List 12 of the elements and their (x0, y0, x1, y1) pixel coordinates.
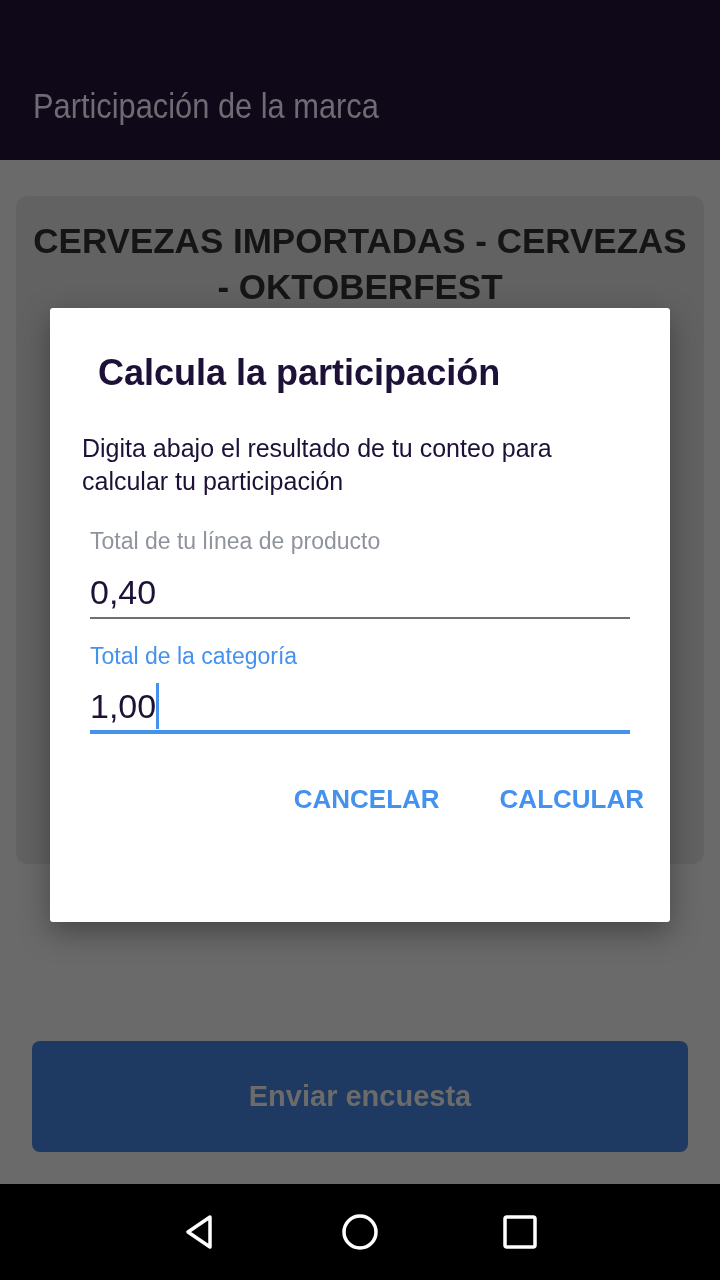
input-field[interactable]: 1,00 (90, 682, 630, 734)
dialog-title: Calcula la participación (98, 351, 502, 395)
screen-title: Participación de la marca (33, 86, 379, 126)
recents-icon[interactable] (500, 1212, 540, 1252)
field-label: Total de tu línea de producto (90, 528, 382, 555)
field-label: Total de la categoría (90, 643, 299, 670)
cancel-button[interactable]: CANCELAR (275, 776, 458, 823)
calculate-button[interactable]: CALCULAR (481, 776, 662, 823)
category-heading: CERVEZAS IMPORTADAS - CERVEZAS - OKTOBERFEST (32, 220, 688, 308)
dialog-message: Digita abajo el resultado de tu conteo para calcular tu participación (82, 433, 553, 497)
home-icon[interactable] (340, 1212, 380, 1252)
input-field[interactable]: 0,40 (90, 567, 630, 619)
